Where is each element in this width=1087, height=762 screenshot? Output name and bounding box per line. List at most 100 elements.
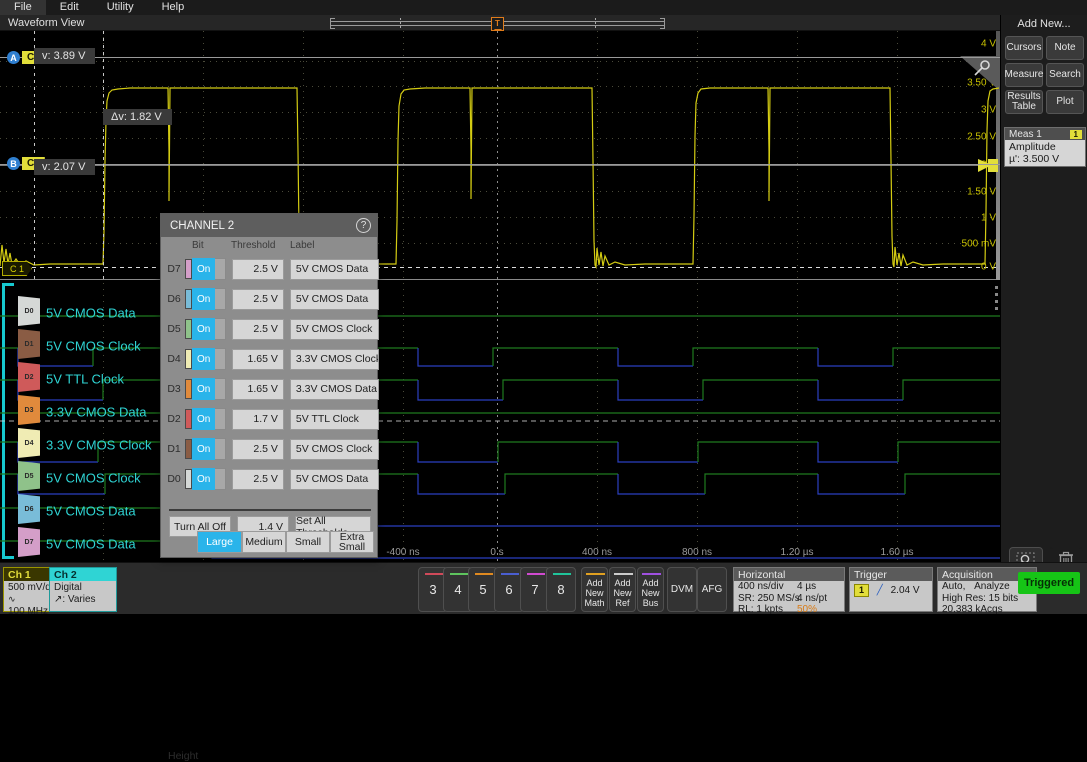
dialog-threshold-field[interactable]: 2.5 V — [232, 319, 284, 340]
ch1-waveform-handle[interactable]: C 1 — [2, 261, 32, 276]
digital-row-d3[interactable]: D3 3.3V CMOS Data — [0, 395, 1000, 428]
digital-row-d5[interactable]: D5 5V CMOS Clock — [0, 461, 1000, 494]
digital-row-d6[interactable]: D6 5V CMOS Data — [0, 494, 1000, 527]
digital-row-d4[interactable]: D4 3.3V CMOS Clock — [0, 428, 1000, 461]
dialog-threshold-field[interactable]: 2.5 V — [232, 259, 284, 280]
dialog-separator — [169, 509, 371, 511]
menu-item-help[interactable]: Help — [148, 0, 199, 15]
ch2-threshold: ↗: Varies — [50, 593, 116, 605]
dialog-off-toggle[interactable] — [215, 438, 226, 460]
help-icon[interactable]: ? — [356, 218, 371, 233]
add-note-button[interactable]: Note — [1046, 36, 1084, 60]
ch2-name: Ch 2 — [50, 568, 116, 581]
channel-button-8[interactable]: 8 — [546, 567, 576, 612]
add-results-table-button[interactable]: Results Table — [1005, 90, 1043, 114]
afg-button[interactable]: AFG — [697, 567, 727, 612]
measurement-badge-meas1[interactable]: Meas 1 1 Amplitude µ': 3.500 V — [1004, 127, 1086, 167]
dialog-off-toggle[interactable] — [215, 408, 226, 430]
waveform-plot-area[interactable]: 4 V 3.50 V 3 V 2.50 V 2 V 1.50 V 1 V 500… — [0, 31, 1000, 562]
cursor-a-line — [0, 57, 1000, 58]
menu-item-file[interactable]: File — [0, 0, 46, 15]
dialog-label-field[interactable]: 3.3V CMOS Clock — [290, 349, 379, 370]
time-tick-label: -400 ns — [386, 547, 419, 558]
digital-row-d1[interactable]: D1 5V CMOS Clock — [0, 329, 1000, 362]
digital-badge-d1[interactable]: D1 — [18, 329, 40, 359]
digital-badge-d0[interactable]: D0 — [18, 296, 40, 326]
dialog-threshold-field[interactable]: 1.7 V — [232, 409, 284, 430]
digital-label-d0: 5V CMOS Data — [46, 305, 136, 320]
channel-badge-ch2[interactable]: Ch 2 Digital ↗: Varies — [49, 567, 117, 612]
trigger-marker-overview[interactable]: T — [491, 17, 504, 31]
add-search-button[interactable]: Search — [1046, 63, 1084, 87]
dialog-off-toggle[interactable] — [215, 378, 226, 400]
dialog-on-toggle[interactable]: On — [192, 348, 216, 370]
channel2-dialog-titlebar[interactable]: CHANNEL 2 ? — [161, 214, 377, 237]
dialog-off-toggle[interactable] — [215, 318, 226, 340]
dialog-label-field[interactable]: 5V CMOS Data — [290, 259, 379, 280]
horizontal-panel[interactable]: Horizontal 400 ns/div 4 µs SR: 250 MS/s … — [733, 567, 845, 612]
menu-item-utility[interactable]: Utility — [93, 0, 148, 15]
add-measure-button[interactable]: Measure — [1005, 63, 1043, 87]
dialog-off-toggle[interactable] — [215, 288, 226, 310]
dialog-on-toggle[interactable]: On — [192, 408, 216, 430]
dialog-bit-color-swatch — [185, 319, 192, 339]
dialog-threshold-field[interactable]: 1.65 V — [232, 379, 284, 400]
dialog-row-d4[interactable]: D4 On 1.65 V 3.3V CMOS Clock — [161, 344, 379, 374]
add-new-math-button[interactable]: Add New Math — [581, 567, 608, 612]
dialog-off-toggle[interactable] — [215, 468, 226, 490]
dialog-on-toggle[interactable]: On — [192, 468, 216, 490]
dialog-row-d1[interactable]: D1 On 2.5 V 5V CMOS Clock — [161, 434, 379, 464]
digital-row-d0[interactable]: D0 5V CMOS Data — [0, 296, 1000, 329]
dialog-row-d2[interactable]: D2 On 1.7 V 5V TTL Clock — [161, 404, 379, 434]
dialog-label-field[interactable]: 3.3V CMOS Data — [290, 379, 379, 400]
dialog-threshold-field[interactable]: 1.65 V — [232, 349, 284, 370]
height-option-medium[interactable]: Medium — [242, 531, 286, 553]
dialog-threshold-field[interactable]: 2.5 V — [232, 289, 284, 310]
overview-left-handle[interactable] — [330, 18, 335, 29]
digital-row-d2[interactable]: D2 5V TTL Clock — [0, 362, 1000, 395]
dialog-label-field[interactable]: 5V CMOS Clock — [290, 439, 379, 460]
dialog-bit-color-swatch — [185, 289, 192, 309]
dialog-label-field[interactable]: 5V CMOS Clock — [290, 319, 379, 340]
dialog-on-toggle[interactable]: On — [192, 318, 216, 340]
dialog-label-field[interactable]: 5V CMOS Data — [290, 289, 379, 310]
digital-badge-d3[interactable]: D3 — [18, 395, 40, 425]
cursor-b-letter: B — [7, 157, 20, 170]
dialog-row-d7[interactable]: D7 On 2.5 V 5V CMOS Data — [161, 254, 379, 284]
dialog-label-field[interactable]: 5V TTL Clock — [290, 409, 379, 430]
dialog-on-toggle[interactable]: On — [192, 288, 216, 310]
digital-badge-d4[interactable]: D4 — [18, 428, 40, 458]
add-cursors-button[interactable]: Cursors — [1005, 36, 1043, 60]
status-badge-triggered[interactable]: Triggered — [1018, 572, 1080, 594]
height-option-large[interactable]: Large — [197, 531, 242, 553]
dialog-row-d0[interactable]: D0 On 2.5 V 5V CMOS Data — [161, 464, 379, 494]
channel2-dialog[interactable]: CHANNEL 2 ? Bit Threshold Label D7 On 2.… — [160, 213, 378, 558]
height-option-extra-small[interactable]: Extra Small — [330, 531, 374, 553]
dialog-on-toggle[interactable]: On — [192, 378, 216, 400]
dialog-threshold-field[interactable]: 2.5 V — [232, 439, 284, 460]
menu-item-edit[interactable]: Edit — [46, 0, 93, 15]
digital-drag-handle[interactable] — [995, 286, 998, 316]
dialog-label-field[interactable]: 5V CMOS Data — [290, 469, 379, 490]
dialog-row-d3[interactable]: D3 On 1.65 V 3.3V CMOS Data — [161, 374, 379, 404]
dialog-off-toggle[interactable] — [215, 348, 226, 370]
dialog-row-d6[interactable]: D6 On 2.5 V 5V CMOS Data — [161, 284, 379, 314]
ch8-label: 8 — [557, 582, 564, 597]
overview-right-handle[interactable] — [660, 18, 665, 29]
add-new-bus-button[interactable]: Add New Bus — [637, 567, 664, 612]
add-new-ref-button[interactable]: Add New Ref — [609, 567, 636, 612]
dialog-row-d5[interactable]: D5 On 2.5 V 5V CMOS Clock — [161, 314, 379, 344]
cursor-b-readout: v: 2.07 V — [34, 159, 95, 175]
dialog-on-toggle[interactable]: On — [192, 438, 216, 460]
dvm-button[interactable]: DVM — [667, 567, 697, 612]
dialog-off-toggle[interactable] — [215, 258, 226, 280]
digital-badge-d5[interactable]: D5 — [18, 461, 40, 491]
dialog-threshold-field[interactable]: 2.5 V — [232, 469, 284, 490]
dialog-on-toggle[interactable]: On — [192, 258, 216, 280]
horizontal-total: 4 µs — [797, 582, 816, 593]
add-plot-button[interactable]: Plot — [1046, 90, 1084, 114]
digital-badge-d2[interactable]: D2 — [18, 362, 40, 392]
digital-badge-d6[interactable]: D6 — [18, 494, 40, 524]
trigger-panel[interactable]: Trigger 1 ╱ 2.04 V — [849, 567, 933, 612]
height-option-small[interactable]: Small — [286, 531, 330, 553]
